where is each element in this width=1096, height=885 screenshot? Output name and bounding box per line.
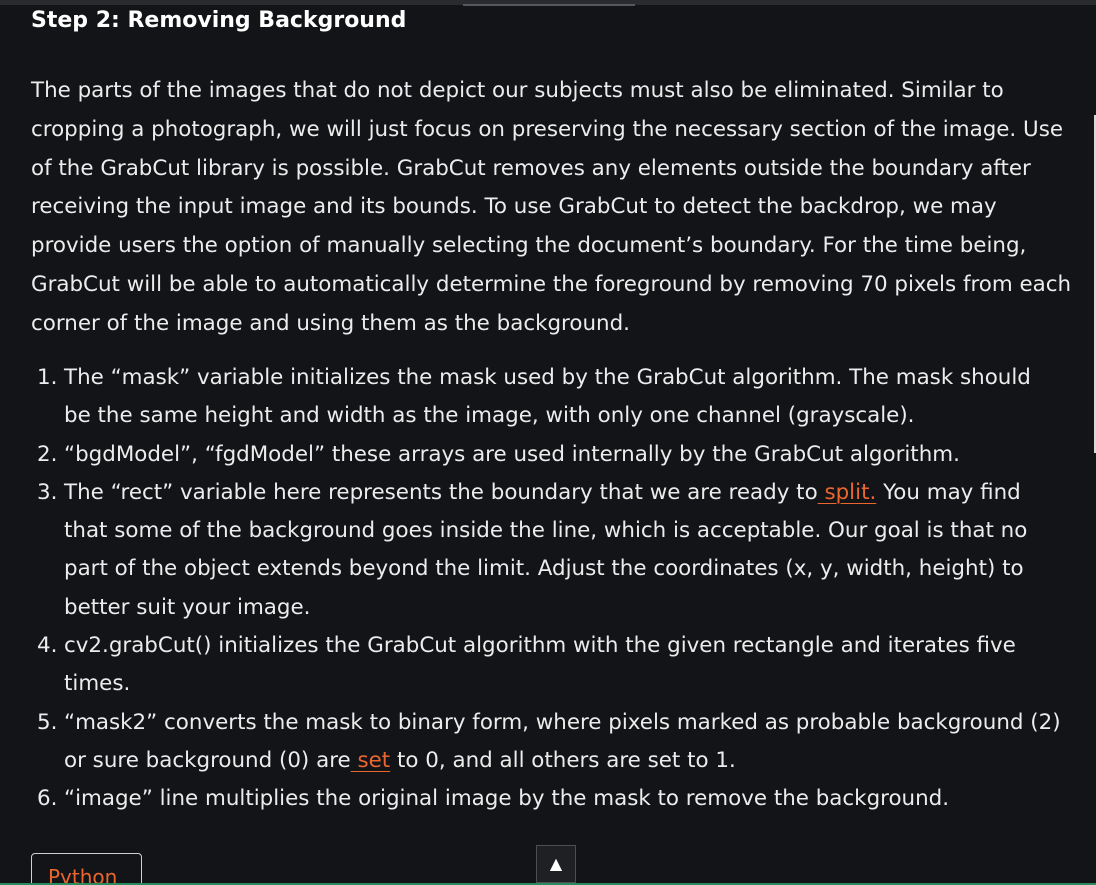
list-item-text: The “rect” variable here represents the … [64, 479, 818, 505]
list-item: 6. “image” line multiplies the original … [33, 780, 1063, 818]
steps-list: 1. The “mask” variable initializes the m… [33, 359, 1063, 819]
list-item-text: “bgdModel”, “fgdModel” these arrays are … [64, 441, 960, 467]
python-code-tab[interactable]: Python [31, 853, 142, 885]
list-item-text: “image” line multiplies the original ima… [64, 786, 950, 812]
set-link[interactable]: set [351, 748, 390, 773]
list-number: 3. [37, 479, 58, 505]
list-item: 3. The “rect” variable here represents t… [33, 474, 1063, 627]
list-number: 6. [37, 786, 58, 812]
arrow-up-icon: ▲ [549, 854, 563, 873]
list-number: 5. [37, 709, 58, 735]
list-item: 2. “bgdModel”, “fgdModel” these arrays a… [33, 436, 1063, 474]
list-item-text: cv2.grabCut() initializes the GrabCut al… [64, 633, 1016, 697]
list-number: 1. [37, 365, 58, 390]
list-item-text: to 0, and all others are set to 1. [390, 747, 736, 773]
code-tab-label: Python [48, 865, 118, 885]
top-divider-accent [463, 4, 635, 6]
list-item-text: The “mask” variable initializes the mask… [64, 365, 1031, 429]
section-heading: Step 2: Removing Background [31, 8, 407, 33]
list-item: 5. “mask2” converts the mask to binary f… [33, 704, 1063, 781]
scroll-to-top-button[interactable]: ▲ [536, 845, 576, 883]
list-item: 1. The “mask” variable initializes the m… [33, 359, 1063, 436]
split-link[interactable]: split. [818, 480, 876, 505]
intro-paragraph: The parts of the images that do not depi… [31, 78, 1072, 336]
list-number: 4. [37, 633, 58, 659]
list-item: 4. cv2.grabCut() initializes the GrabCut… [33, 627, 1063, 704]
list-number: 2. [37, 441, 58, 467]
